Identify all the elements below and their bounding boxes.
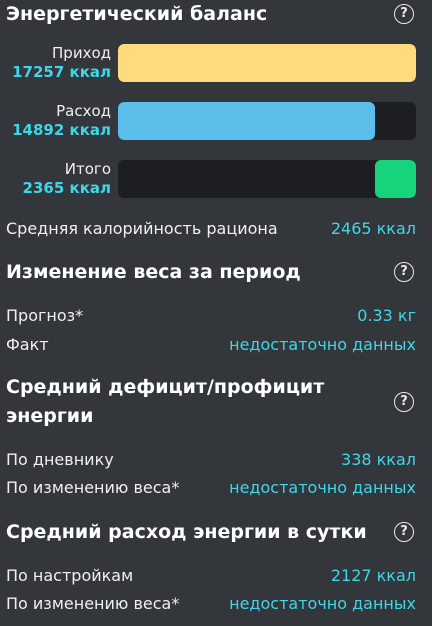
bar-value-total: 2365 ккал [22,179,111,197]
weight-forecast-row: Прогноз* 0.33 кг [6,305,416,327]
energy-report-panel: Энергетический баланс ? Приход 17257 кка… [0,0,432,626]
help-icon[interactable]: ? [394,392,414,412]
deficit-diary-row: По дневнику 338 ккал [6,449,416,471]
expenditure-settings-label: По настройкам [6,566,134,585]
bar-fill-expenditure [118,102,376,140]
avg-deficit-header: Средний дефицит/профицит энергии ? [6,373,416,431]
bar-name-expenditure: Расход [56,102,111,120]
bar-value-expenditure: 14892 ккал [12,121,111,139]
bar-labels: Расход 14892 ккал [6,102,118,140]
weight-change-header: Изменение веса за период ? [6,258,416,286]
deficit-weight-label: По изменению веса* [6,478,180,497]
expenditure-weight-value: недостаточно данных [229,594,416,613]
expenditure-weight-label: По изменению веса* [6,594,180,613]
weight-forecast-label: Прогноз* [6,306,84,325]
energy-balance-title: Энергетический баланс [6,3,268,25]
deficit-diary-value: 338 ккал [341,450,416,469]
bar-fill-intake [118,44,416,82]
avg-deficit-title-line2: энергии [6,405,94,427]
weight-fact-value: недостаточно данных [229,335,416,354]
bar-track-intake [118,44,416,82]
avg-calorie-row: Средняя калорийность рациона 2465 ккал [6,218,416,240]
bar-row-expenditure: Расход 14892 ккал [6,102,416,140]
expenditure-settings-value: 2127 ккал [330,566,416,585]
weight-fact-row: Факт недостаточно данных [6,334,416,356]
weight-fact-label: Факт [6,335,49,354]
bar-name-total: Итого [64,160,111,178]
help-icon[interactable]: ? [394,4,414,24]
bar-labels: Приход 17257 ккал [6,44,118,82]
deficit-diary-label: По дневнику [6,450,114,469]
bar-track-total [118,160,416,198]
help-icon[interactable]: ? [394,522,414,542]
deficit-weight-value: недостаточно данных [229,478,416,497]
avg-expenditure-header: Средний расход энергии в сутки ? [6,518,416,546]
energy-balance-header: Энергетический баланс ? [6,0,416,28]
bar-row-total: Итого 2365 ккал [6,160,416,198]
weight-change-title: Изменение веса за период [6,261,301,283]
energy-bars: Приход 17257 ккал Расход 14892 ккал Итог… [6,44,416,198]
deficit-weight-row: По изменению веса* недостаточно данных [6,477,416,499]
weight-forecast-value: 0.33 кг [357,306,416,325]
bar-labels: Итого 2365 ккал [6,160,118,198]
bar-fill-total [375,160,416,198]
avg-deficit-title: Средний дефицит/профицит энергии [6,373,324,431]
bar-row-intake: Приход 17257 ккал [6,44,416,82]
avg-calorie-label: Средняя калорийность рациона [6,219,278,238]
bar-name-intake: Приход [52,44,111,62]
avg-calorie-value: 2465 ккал [330,219,416,238]
bar-track-expenditure [118,102,416,140]
avg-expenditure-title: Средний расход энергии в сутки [6,521,367,543]
expenditure-weight-row: По изменению веса* недостаточно данных [6,593,416,615]
expenditure-settings-row: По настройкам 2127 ккал [6,565,416,587]
avg-deficit-title-line1: Средний дефицит/профицит [6,376,325,398]
bar-value-intake: 17257 ккал [12,63,111,81]
help-icon[interactable]: ? [394,262,414,282]
